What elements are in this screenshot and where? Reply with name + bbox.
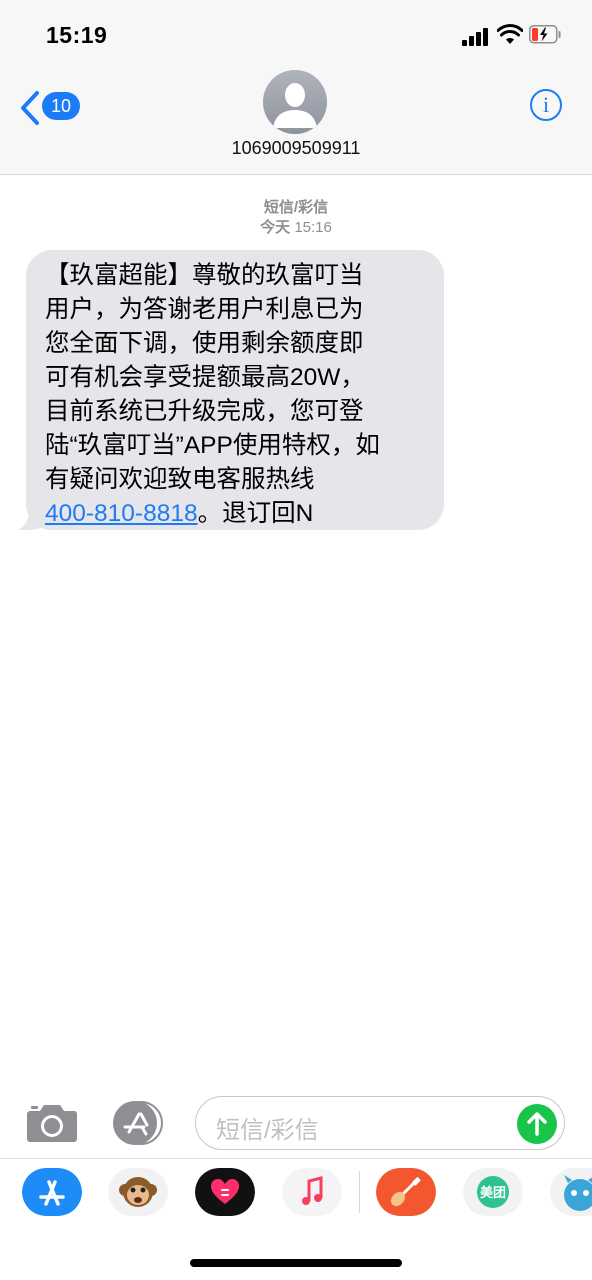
- contact-avatar[interactable]: [263, 70, 327, 134]
- back-chevron-icon[interactable]: [18, 90, 40, 126]
- garageband-icon[interactable]: [376, 1168, 436, 1216]
- phone-number-link[interactable]: 400-810-8818: [45, 500, 198, 527]
- digital-touch-icon[interactable]: [195, 1168, 255, 1216]
- signal-icon: [462, 26, 492, 46]
- app-strip-divider: [359, 1171, 360, 1213]
- home-indicator[interactable]: [190, 1259, 402, 1267]
- meituan-label: 美团: [479, 1185, 506, 1200]
- message-line: 陆“玖富叮当”APP使用特权，如: [45, 432, 380, 459]
- message-line: 您全面下调，使用剩余额度即: [45, 330, 364, 357]
- meituan-icon[interactable]: 美团: [463, 1168, 523, 1216]
- timestamp-day: 今天: [260, 219, 291, 236]
- message-line: 用户，为答谢老用户利息已为: [45, 296, 364, 323]
- wifi-icon: [497, 24, 523, 44]
- status-time: 15:19: [46, 22, 108, 48]
- send-button[interactable]: [517, 1104, 557, 1144]
- message-line: 【玖富超能】尊敬的玖富叮当: [45, 262, 364, 289]
- message-suffix: 。退订回N: [197, 500, 314, 527]
- message-line: 目前系统已升级完成，您可登: [45, 398, 364, 425]
- message-bubble[interactable]: 【玖富超能】尊敬的玖富叮当 用户，为答谢老用户利息已为 您全面下调，使用剩余额度…: [26, 250, 444, 530]
- app-store-icon[interactable]: [22, 1168, 82, 1216]
- message-timestamp: 今天 15:16: [0, 216, 592, 237]
- message-line: 有疑问欢迎致电客服热线: [45, 466, 315, 493]
- battery-low-charging-icon: [529, 25, 561, 44]
- message-line: 可有机会享受提额最高20W，: [45, 364, 365, 391]
- sticker-icon[interactable]: [550, 1168, 592, 1216]
- message-type-label: 短信/彩信: [263, 199, 329, 216]
- message-line-last: 400-810-8818。退订回N: [45, 497, 428, 531]
- message-input[interactable]: 短信/彩信: [195, 1096, 565, 1150]
- animoji-icon[interactable]: [108, 1168, 168, 1216]
- timestamp-time: 15:16: [294, 219, 332, 236]
- message-input-placeholder: 短信/彩信: [216, 1117, 319, 1144]
- app-store-button-icon[interactable]: [110, 1100, 166, 1146]
- person-silhouette-icon: [263, 70, 327, 134]
- unread-count-badge[interactable]: 10: [42, 92, 80, 120]
- camera-icon[interactable]: [26, 1103, 78, 1143]
- music-icon[interactable]: [282, 1168, 342, 1216]
- incoming-message[interactable]: 【玖富超能】尊敬的玖富叮当 用户，为答谢老用户利息已为 您全面下调，使用剩余额度…: [18, 250, 444, 530]
- contact-number[interactable]: 1069009509911: [0, 138, 592, 159]
- info-icon[interactable]: i: [530, 89, 562, 121]
- arrow-up-icon: [527, 1112, 547, 1136]
- conversation-header: 10 1069009509911 i: [0, 70, 592, 175]
- imessage-app-drawer: 美团: [0, 1158, 592, 1227]
- status-bar: 15:19: [0, 0, 592, 70]
